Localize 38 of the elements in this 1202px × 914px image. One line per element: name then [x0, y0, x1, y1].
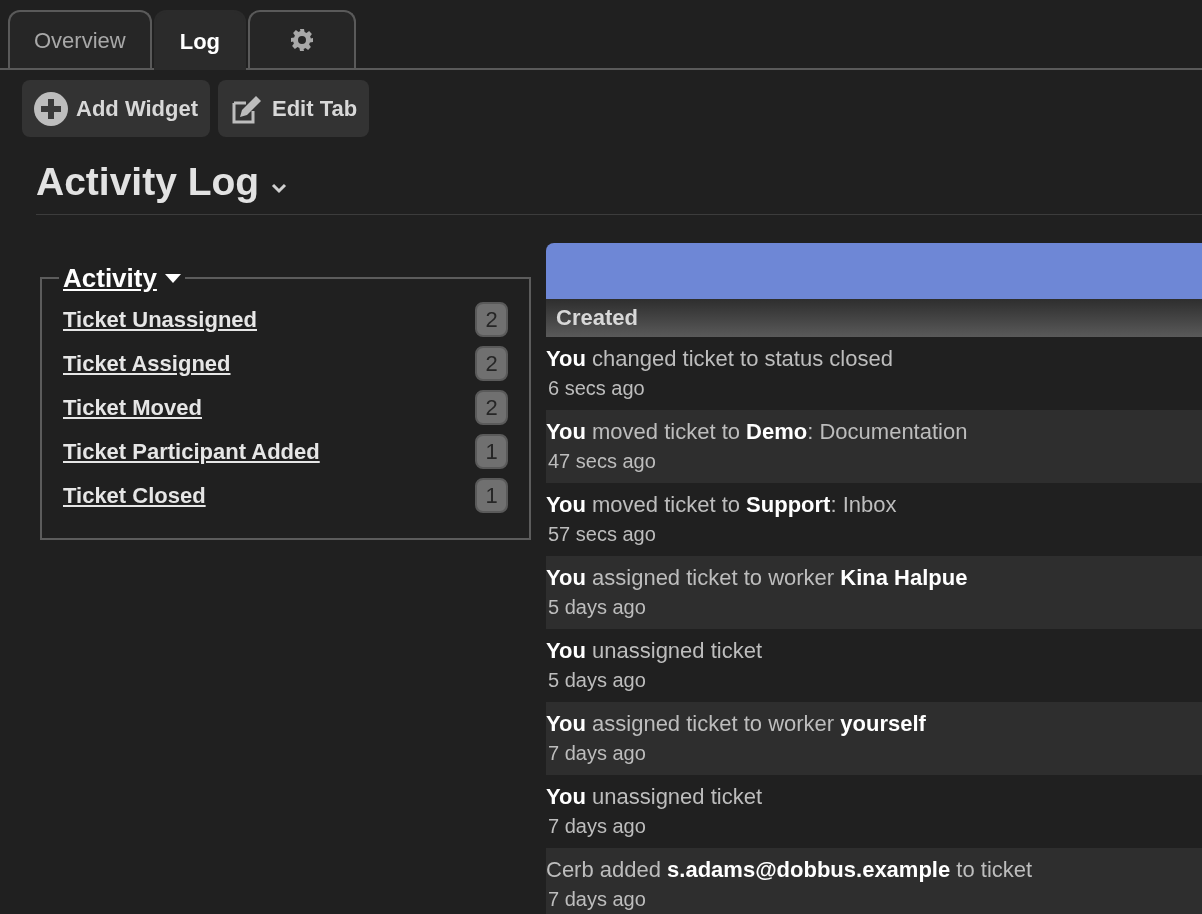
dropdown-caret-icon[interactable] — [164, 273, 181, 283]
log-entry-time: 6 secs ago — [547, 376, 646, 401]
log-entry-time: 7 days ago — [547, 887, 647, 912]
log-entry-text: You assigned ticket to worker yourself — [546, 710, 927, 738]
tab[interactable]: Log — [153, 10, 246, 70]
log-entry-time: 7 days ago — [547, 814, 647, 839]
tab[interactable]: Overview — [8, 10, 152, 68]
activity-type-link[interactable]: Ticket Closed — [63, 479, 206, 512]
activity-type-link[interactable]: Ticket Assigned — [63, 347, 231, 380]
log-entry-time: 5 days ago — [547, 595, 647, 620]
widget-title-link[interactable]: Activity — [63, 258, 157, 298]
log-entry-time: 57 secs ago — [547, 522, 657, 547]
log-entry-time: 47 secs ago — [547, 449, 657, 474]
activity-type-link[interactable]: Ticket Unassigned — [63, 303, 257, 336]
log-entry-text: You assigned ticket to worker Kina Halpue — [546, 564, 969, 592]
log-entry-text: You moved ticket to Support: Inbox — [546, 491, 898, 519]
settings-icon — [290, 28, 314, 52]
log-entry-text: You unassigned ticket — [546, 637, 764, 665]
edit-tab-button[interactable]: Edit Tab — [218, 80, 370, 137]
log-entry-text: You unassigned ticket — [546, 783, 764, 811]
add-widget-button[interactable]: Add Widget — [22, 80, 210, 137]
count-badge: 1 — [475, 434, 508, 469]
settings-tab[interactable] — [248, 10, 356, 68]
page-title: Activity Log — [36, 159, 260, 205]
log-entry-text: Cerb added s.adams@dobbus.example to ticket — [546, 856, 1034, 884]
log-entry-text: You changed ticket to status closed — [546, 345, 894, 373]
count-badge: 2 — [475, 346, 508, 381]
activity-type-link[interactable]: Ticket Participant Added — [63, 435, 320, 468]
activity-type-link[interactable]: Ticket Moved — [63, 391, 202, 424]
log-entry-time: 5 days ago — [547, 668, 647, 693]
plus-circle-icon — [34, 91, 68, 126]
count-badge: 2 — [475, 390, 508, 425]
count-badge: 1 — [475, 478, 508, 513]
log-entry-time: 7 days ago — [547, 741, 647, 766]
column-header[interactable]: Created — [546, 298, 1202, 337]
chevron-down-icon[interactable] — [271, 182, 288, 195]
log-entry-text: You moved ticket to Demo: Documentation — [546, 418, 969, 446]
count-badge: 2 — [475, 302, 508, 337]
